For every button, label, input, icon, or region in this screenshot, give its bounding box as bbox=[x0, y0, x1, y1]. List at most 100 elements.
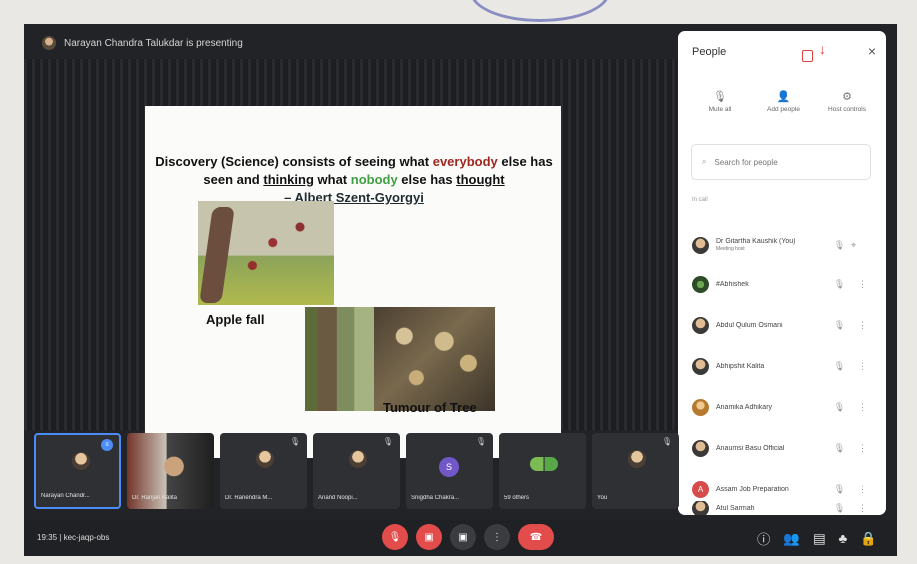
participant-tile[interactable]: 🎙 You bbox=[592, 433, 679, 509]
mic-off-icon[interactable]: 🎙 bbox=[828, 361, 851, 372]
person-name: Atul Sarmah bbox=[716, 504, 755, 512]
add-people-button[interactable]: 👤 Add people bbox=[755, 89, 813, 113]
person-row[interactable]: A Assam Job Preparation 🎙 ⋮ bbox=[692, 477, 876, 501]
participant-tile[interactable]: 59 others bbox=[499, 433, 586, 509]
right-tools: ⓘ 👥 ▤ ♣ 🔒 bbox=[757, 529, 877, 548]
person-text: Dr Gitartha Kaushik (You) Meeting host bbox=[716, 238, 828, 252]
person-text: Abhipshit Kalita bbox=[716, 363, 828, 370]
paper-stamp bbox=[470, 0, 610, 22]
people-search-input[interactable] bbox=[714, 157, 850, 167]
participant-avatar bbox=[72, 452, 90, 470]
person-row[interactable]: Abhipshit Kalita 🎙 ⋮ bbox=[692, 354, 876, 378]
presenter-status-text: Narayan Chandra Talukdar is presenting bbox=[64, 37, 243, 49]
mic-off-icon[interactable]: 🎙 bbox=[828, 443, 851, 454]
participant-tile[interactable]: 🎙 Dr. Ranendra M... bbox=[220, 433, 307, 509]
participant-tile[interactable]: 🎙 Anand Noopi... bbox=[313, 433, 400, 509]
close-icon[interactable]: × bbox=[868, 43, 876, 59]
tumour-caption: Tumour of Tree bbox=[383, 400, 477, 415]
meeting-code: kec-jaqp-obs bbox=[63, 533, 110, 542]
presentation-stage: Discovery (Science) consists of seeing w… bbox=[24, 59, 677, 458]
person-name: Abdul Qulum Osmani bbox=[716, 321, 783, 329]
tree-trunk-photo bbox=[305, 307, 375, 411]
down-arrow-icon: ↓ bbox=[819, 41, 826, 57]
group-avatars bbox=[530, 457, 558, 471]
more-vert-icon[interactable]: ⋮ bbox=[484, 524, 510, 550]
apple-fall-caption: Apple fall bbox=[206, 312, 265, 327]
people-icon[interactable]: 👥 bbox=[783, 529, 800, 548]
person-row[interactable]: Atul Sarmah 🎙 ⋮ bbox=[692, 501, 876, 515]
tree-tumour-photo bbox=[374, 307, 495, 411]
person-text: Anaumsi Basu Official bbox=[716, 445, 828, 452]
phone-hangup-icon[interactable]: ☎ bbox=[518, 524, 554, 550]
in-call-label: In call bbox=[692, 197, 708, 203]
person-text: Assam Job Preparation bbox=[716, 486, 828, 493]
participant-name: You bbox=[597, 495, 608, 501]
chat-icon[interactable]: ▤ bbox=[813, 529, 826, 548]
person-row[interactable]: Abdul Qulum Osmani 🎙 ⋮ bbox=[692, 313, 876, 337]
participant-name: Narayan Chandr... bbox=[41, 493, 90, 499]
person-row[interactable]: Dr Gitartha Kaushik (You) Meeting host 🎙… bbox=[692, 233, 876, 257]
time-and-code: 19:35 | kec-jaqp-obs bbox=[37, 533, 110, 542]
activities-icon[interactable]: ♣ bbox=[839, 529, 848, 548]
mic-off-icon[interactable]: 🎙 bbox=[828, 240, 851, 251]
more-vert-icon[interactable]: ⋮ bbox=[851, 443, 874, 454]
people-panel: People ↓ × 🎙 Mute all 👤 Add people ⚙ Hos… bbox=[678, 31, 886, 515]
person-avatar bbox=[692, 501, 709, 515]
more-vert-icon[interactable]: ⋮ bbox=[851, 361, 874, 372]
quote-part-7: else has bbox=[397, 172, 457, 187]
info-icon[interactable]: ⓘ bbox=[757, 529, 770, 548]
quote-part-5: what bbox=[313, 172, 351, 187]
lock-icon[interactable]: 🔒 bbox=[860, 529, 877, 548]
quote-part-1: Discovery (Science) consists of seeing w… bbox=[155, 154, 433, 169]
mic-off-icon: 🎙 bbox=[661, 437, 672, 446]
stamp-text bbox=[505, 6, 509, 18]
more-vert-icon[interactable]: ⋮ bbox=[851, 503, 874, 514]
quote-everybody: everybody bbox=[432, 154, 498, 169]
mic-off-icon[interactable]: 🎙 bbox=[828, 320, 851, 331]
person-name: #Abhishek bbox=[716, 280, 749, 288]
call-controls: 🎙 ▣ ▣ ⋮ ☎ bbox=[382, 524, 554, 550]
participant-name: Snigdha Chakra... bbox=[411, 495, 460, 501]
person-avatar bbox=[692, 357, 709, 375]
person-text: Anamika Adhikary bbox=[716, 404, 828, 411]
participant-avatar bbox=[628, 450, 646, 468]
people-actions: 🎙 Mute all 👤 Add people ⚙ Host controls bbox=[691, 89, 876, 113]
more-vert-icon[interactable]: ⋮ bbox=[851, 279, 874, 290]
mic-off-icon: 🎙 bbox=[475, 437, 486, 446]
people-search[interactable]: ⌕ bbox=[691, 144, 871, 180]
host-controls-label: Host controls bbox=[828, 106, 866, 113]
shared-slide: Discovery (Science) consists of seeing w… bbox=[145, 106, 561, 458]
participant-tile[interactable]: Dr. Ranjan Kalita bbox=[127, 433, 214, 509]
person-avatar bbox=[692, 316, 709, 334]
mic-off-icon[interactable]: 🎙 bbox=[828, 279, 851, 290]
mic-off-icon[interactable]: 🎙 bbox=[382, 524, 408, 550]
settings-icon: ⚙ bbox=[842, 91, 852, 103]
apple-tree-photo bbox=[198, 201, 334, 305]
person-row[interactable]: Anamika Adhikary 🎙 ⋮ bbox=[692, 395, 876, 419]
pin-icon[interactable]: ⌖ bbox=[851, 240, 856, 251]
more-vert-icon[interactable]: ⋮ bbox=[851, 402, 874, 413]
participant-name: Anand Noopi... bbox=[318, 495, 358, 501]
search-icon: ⌕ bbox=[702, 157, 707, 166]
host-controls-button[interactable]: ⚙ Host controls bbox=[818, 89, 876, 113]
person-avatar: A bbox=[692, 480, 709, 498]
add-people-label: Add people bbox=[767, 106, 800, 113]
more-vert-icon[interactable]: ⋮ bbox=[851, 320, 874, 331]
camera-off-icon[interactable]: ▣ bbox=[416, 524, 442, 550]
more-vert-icon[interactable]: ⋮ bbox=[851, 484, 874, 495]
participant-avatar bbox=[256, 450, 274, 468]
mic-off-icon[interactable]: 🎙 bbox=[828, 484, 851, 495]
person-row[interactable]: Anaumsi Basu Official 🎙 ⋮ bbox=[692, 436, 876, 460]
person-avatar bbox=[692, 236, 709, 254]
google-meet-window: Narayan Chandra Talukdar is presenting D… bbox=[24, 24, 897, 556]
present-icon[interactable]: ▣ bbox=[450, 524, 476, 550]
mic-off-icon[interactable]: 🎙 bbox=[828, 503, 851, 514]
participant-tile[interactable]: ≡ Narayan Chandr... bbox=[34, 433, 121, 509]
participant-tile[interactable]: 🎙 S Snigdha Chakra... bbox=[406, 433, 493, 509]
participant-avatar: S bbox=[439, 457, 459, 477]
add-person-icon: 👤 bbox=[776, 91, 791, 103]
participant-name: Dr. Ranjan Kalita bbox=[132, 495, 178, 501]
person-row[interactable]: #Abhishek 🎙 ⋮ bbox=[692, 272, 876, 296]
mic-off-icon[interactable]: 🎙 bbox=[828, 402, 851, 413]
mute-all-button[interactable]: 🎙 Mute all bbox=[691, 89, 749, 113]
